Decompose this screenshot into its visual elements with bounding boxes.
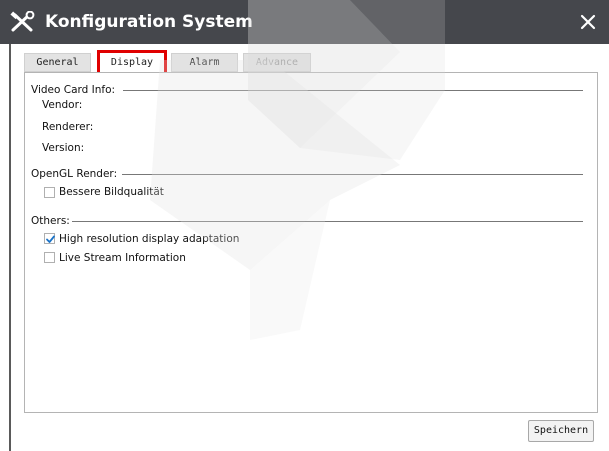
high-res-checkbox[interactable] — [44, 233, 55, 244]
close-icon[interactable] — [578, 12, 598, 32]
opengl-section-title: OpenGL Render: — [31, 168, 118, 180]
tab-alarm[interactable]: Alarm — [171, 53, 238, 72]
live-stream-checkbox[interactable] — [44, 252, 55, 263]
vendor-label: Vendor: — [42, 99, 83, 111]
opengl-divider — [122, 174, 583, 175]
checkmark-icon — [46, 235, 55, 243]
video-card-divider — [123, 90, 583, 91]
high-res-label[interactable]: High resolution display adaptation — [59, 232, 239, 246]
tab-advance: Advance — [243, 53, 311, 72]
window-title: Konfiguration System — [45, 12, 253, 32]
config-window: Konfiguration System General Display Ala… — [0, 0, 609, 451]
others-divider — [72, 221, 583, 222]
save-button[interactable]: Speichern — [528, 420, 594, 442]
title-bar[interactable]: Konfiguration System — [0, 0, 609, 44]
others-section-title: Others: — [31, 215, 70, 227]
video-card-section-title: Video Card Info: — [31, 84, 116, 96]
live-stream-label[interactable]: Live Stream Information — [59, 251, 186, 265]
tools-icon — [10, 11, 35, 32]
tab-general[interactable]: General — [24, 53, 91, 72]
window-left-border — [9, 44, 11, 451]
version-label: Version: — [42, 142, 85, 154]
renderer-label: Renderer: — [42, 121, 94, 133]
better-quality-label[interactable]: Bessere Bildqualität — [59, 185, 164, 199]
better-quality-checkbox[interactable] — [44, 187, 55, 198]
